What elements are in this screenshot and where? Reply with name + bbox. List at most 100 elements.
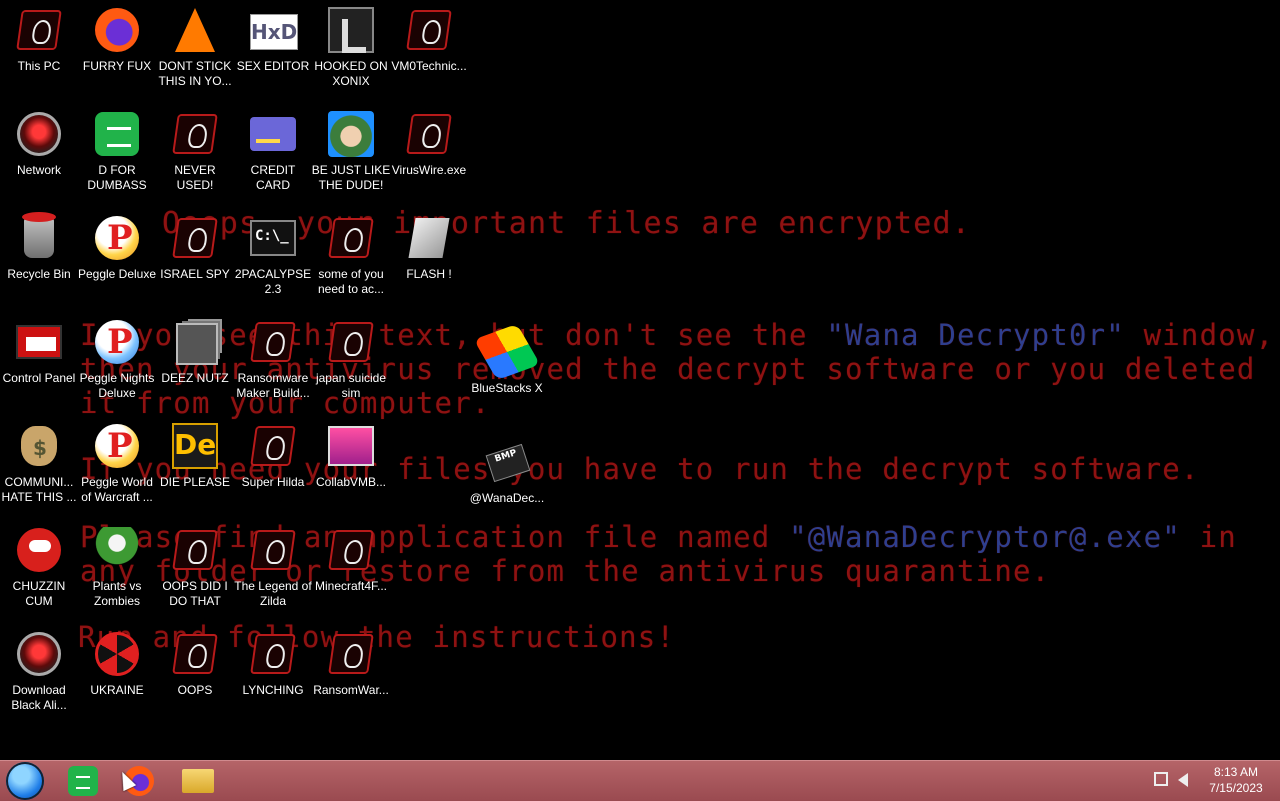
alien-icon <box>15 110 63 158</box>
desktop-icon-label: DONT STICK THIS IN YO... <box>158 59 232 88</box>
desktop-icon[interactable]: The Legend of Zilda <box>234 522 312 626</box>
desktop-icon[interactable]: FLASH ! <box>390 210 468 314</box>
desktop-icon[interactable]: DONT STICK THIS IN YO... <box>156 2 234 106</box>
desktop-icon-label: Peggle Deluxe <box>77 267 157 281</box>
ransom-text-segment: window, <box>1124 318 1275 352</box>
desktop-icon-label: Network <box>16 163 61 177</box>
wana-icon <box>171 110 219 158</box>
desktop-icon-label: OOPS <box>177 683 213 697</box>
wana-icon <box>405 6 453 54</box>
desktop-icon[interactable]: OOPS DID I DO THAT <box>156 522 234 626</box>
bluestacks-icon <box>473 324 541 381</box>
peggle-icon <box>93 422 141 470</box>
desktop-icon[interactable]: This PC <box>0 2 78 106</box>
ransom-text-segment: in <box>1180 520 1237 554</box>
desktop-icon-label: CHUZZIN CUM <box>12 579 66 608</box>
desktop-icon[interactable]: Recycle Bin <box>0 210 78 314</box>
desktop-icon[interactable]: LYNCHING <box>234 626 312 730</box>
desktop-icon[interactable]: FURRY FUX <box>78 2 156 106</box>
desktop-icon[interactable]: BE JUST LIKE THE DUDE! <box>312 106 390 210</box>
taskbar-clock[interactable]: 8:13 AM 7/15/2023 <box>1200 764 1272 796</box>
desktop-icon[interactable]: C:\_ 2PACALYPSE 2.3 <box>234 210 312 314</box>
desktop-icon[interactable]: Plants vs Zombies <box>78 522 156 626</box>
volume-icon[interactable] <box>1178 773 1188 787</box>
wana-icon <box>327 526 375 574</box>
santa-icon <box>327 110 375 158</box>
desktop-icon-label: BlueStacks X <box>471 381 543 396</box>
desktop-icon[interactable]: D FOR DUMBASS <box>78 106 156 210</box>
stack-icon <box>171 318 219 366</box>
desktop-icon[interactable]: NEVER USED! <box>156 106 234 210</box>
desktop-icon-label: Plants vs Zombies <box>92 579 142 608</box>
desktop-icon-label: VirusWire.exe <box>391 163 467 177</box>
cmd-icon: C:\_ <box>249 214 297 262</box>
desktop-icon[interactable]: Peggle World of Warcraft ... <box>78 418 156 522</box>
network-icon[interactable] <box>1154 772 1168 786</box>
desktop-icon[interactable]: BMP @WanaDec... <box>468 434 546 538</box>
flash-icon <box>405 214 453 262</box>
desktop-icon[interactable]: Network <box>0 106 78 210</box>
desktop-icon-label: BE JUST LIKE THE DUDE! <box>311 163 391 192</box>
desktop-icon-label: OOPS DID I DO THAT <box>162 579 228 608</box>
desktop-icon[interactable]: some of you need to ac... <box>312 210 390 314</box>
xonix-icon <box>327 6 375 54</box>
desktop-icon[interactable]: ISRAEL SPY <box>156 210 234 314</box>
desktop-icon-label: Super Hilda <box>241 475 305 489</box>
desktop-icon[interactable]: Peggle Nights Deluxe <box>78 314 156 418</box>
desktop-icon-label: D FOR DUMBASS <box>87 163 147 192</box>
desktop-icon-label: Peggle Nights Deluxe <box>79 371 155 400</box>
wana-icon <box>327 214 375 262</box>
desktop-icon[interactable]: Super Hilda <box>234 418 312 522</box>
desktop-icon[interactable]: Control Panel <box>0 314 78 418</box>
money-sack-icon <box>15 422 63 470</box>
desktop-icon-label: DEEZ NUTZ <box>161 371 229 385</box>
desktop-icon[interactable]: RansomWar... <box>312 626 390 730</box>
desktop-icon-label: NEVER USED! <box>174 163 216 192</box>
desktop-icon[interactable]: HOOKED ON XONIX <box>312 2 390 106</box>
taskbar-glob-icon[interactable] <box>64 763 104 799</box>
wana-icon <box>171 630 219 678</box>
wana-icon <box>249 526 297 574</box>
desktop-icon[interactable]: HxD SEX EDITOR <box>234 2 312 106</box>
clock-time: 8:13 AM <box>1213 765 1259 779</box>
ransom-text-highlight: "@WanaDecryptor@.exe" <box>789 520 1181 554</box>
desktop-icon-label: FURRY FUX <box>82 59 152 73</box>
desktop-icon[interactable]: Ransomware Maker Build... <box>234 314 312 418</box>
desktop-icon[interactable]: VM0Technic... <box>390 2 468 106</box>
glob-icon <box>93 110 141 158</box>
desktop-icon-label: Recycle Bin <box>7 267 71 281</box>
wana-icon <box>327 630 375 678</box>
desktop-icon[interactable]: japan suicide sim <box>312 314 390 418</box>
desktop-icon-label: Download Black Ali... <box>11 683 67 712</box>
desktop-icon[interactable]: DEEZ NUTZ <box>156 314 234 418</box>
start-orb-icon[interactable] <box>6 762 44 800</box>
desktop-icon-label: @WanaDec... <box>469 490 545 505</box>
desktop-icon-label: SEX EDITOR <box>236 59 310 73</box>
desktop-icon[interactable]: Download Black Ali... <box>0 626 78 730</box>
control-panel-icon <box>15 318 63 366</box>
desktop-icon-label: Peggle World of Warcraft ... <box>81 475 153 504</box>
desktop-icon-label: some of you need to ac... <box>317 267 385 296</box>
desktop-icon[interactable]: OOPS <box>156 626 234 730</box>
taskbar-folder-icon[interactable] <box>178 763 218 799</box>
desktop-icon[interactable]: Minecraft4F... <box>312 522 390 626</box>
desktop-icon[interactable]: CollabVMB... <box>312 418 390 522</box>
hxd-icon: HxD <box>249 6 298 54</box>
desktop-icon[interactable]: COMMUNI... HATE THIS ... <box>0 418 78 522</box>
desktop-icon-label: Ransomware Maker Build... <box>236 371 310 400</box>
desktop-icon[interactable]: CHUZZIN CUM <box>0 522 78 626</box>
desktop-icon[interactable]: Peggle Deluxe <box>78 210 156 314</box>
recycle-bin-icon <box>15 212 63 262</box>
desktop-icon-label: CollabVMB... <box>315 475 387 489</box>
desktop-icon[interactable]: CREDIT CARD CHECKER <box>234 106 312 210</box>
desktop-icon-label: ISRAEL SPY <box>160 267 230 281</box>
desktop-icon[interactable]: BlueStacks X <box>468 324 546 428</box>
peggle-icon <box>93 318 141 366</box>
vlc-icon <box>171 6 219 54</box>
desktop-icon[interactable]: De DIE PLEASE <box>156 418 234 522</box>
desktop-icon[interactable]: VirusWire.exe <box>390 106 468 210</box>
alien-icon <box>15 630 63 678</box>
desktop-icon-label: This PC <box>17 59 61 73</box>
desktop-icon[interactable]: UKRAINE <box>78 626 156 730</box>
de-icon: De <box>171 422 219 470</box>
